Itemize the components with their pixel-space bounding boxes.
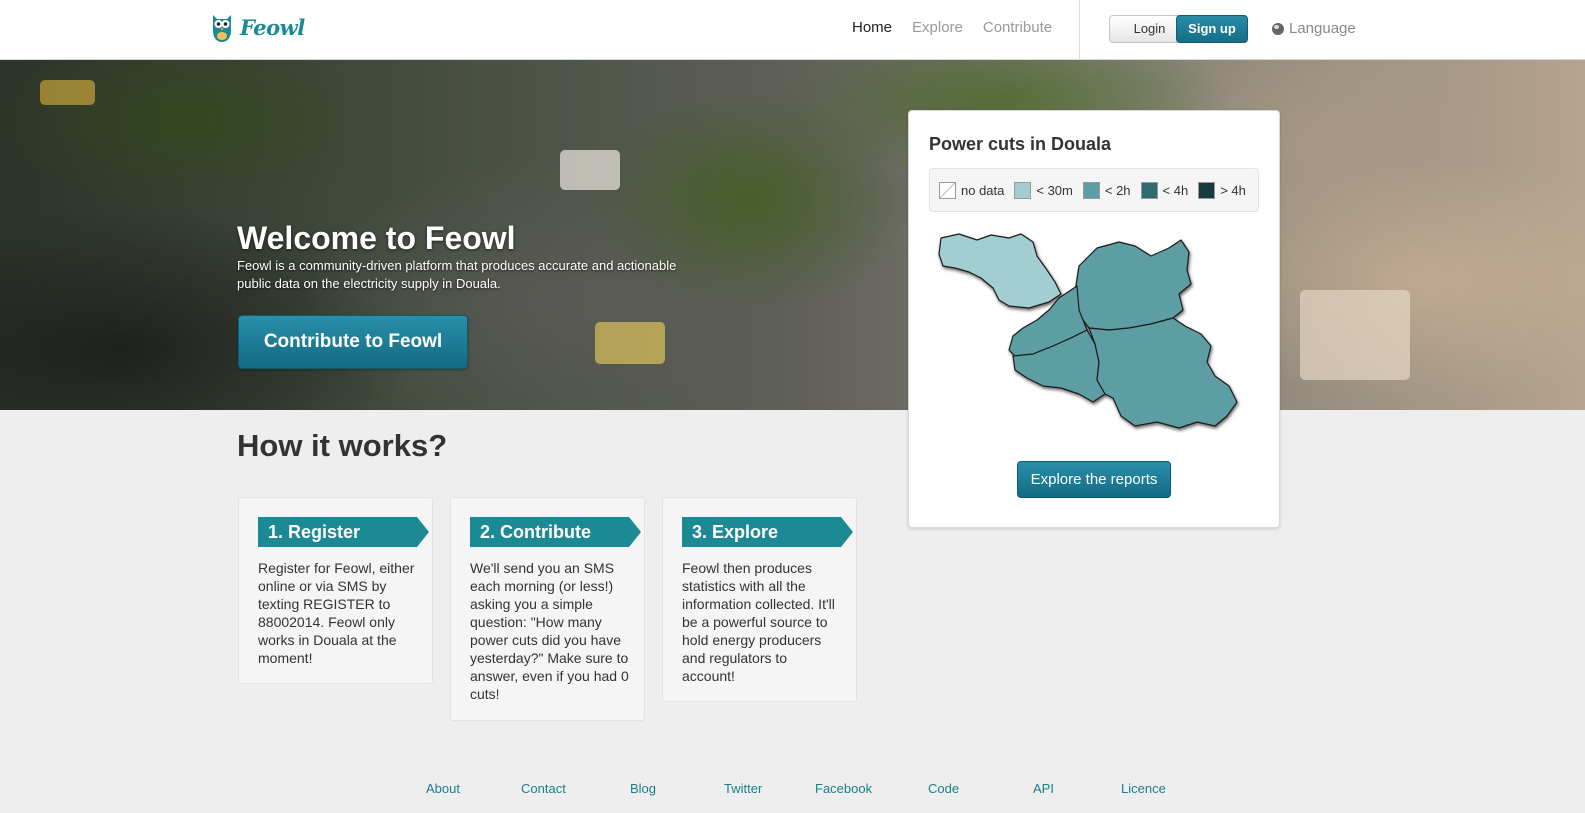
legend-swatch [1198, 181, 1216, 199]
footer-link-code[interactable]: Code [928, 781, 959, 796]
step-register: 1. Register Register for Feowl, either o… [238, 497, 433, 684]
map-district[interactable] [1074, 239, 1192, 331]
contribute-button[interactable]: Contribute to Feowl [238, 315, 468, 369]
legend-label: < 4h [1162, 182, 1189, 198]
legend-label: > 4h [1220, 182, 1246, 198]
brand-logo[interactable]: Feowl [210, 10, 305, 44]
hero-description: Feowl is a community-driven platform tha… [237, 258, 677, 291]
step-explore: 3. Explore Feowl then produces statistic… [662, 497, 857, 702]
footer-link-blog[interactable]: Blog [630, 781, 656, 796]
globe-icon [1272, 22, 1284, 35]
how-it-works-title: How it works? [237, 428, 448, 463]
footer-link-contact[interactable]: Contact [521, 781, 566, 796]
step-text: We'll send you an SMS each morning (or l… [470, 560, 629, 702]
map-legend: no data < 30m < 2h < 4h > 4h [929, 168, 1259, 212]
nav-divider [1079, 0, 1080, 60]
map-title: Power cuts in Douala [929, 134, 1112, 154]
step-title: 2. Contribute [470, 517, 641, 547]
hero-banner: Welcome to Feowl Feowl is a community-dr… [0, 60, 1585, 410]
step-title: 3. Explore [682, 517, 853, 547]
hero-title: Welcome to Feowl [237, 220, 516, 256]
language-selector[interactable]: Language [1272, 20, 1356, 37]
step-title: 1. Register [258, 517, 429, 547]
footer-link-twitter[interactable]: Twitter [724, 781, 762, 796]
brand-name: Feowl [240, 14, 305, 40]
signup-button[interactable]: Sign up [1176, 15, 1248, 43]
douala-district-map [938, 233, 1238, 429]
legend-swatch [1140, 181, 1158, 199]
nav-item-home[interactable]: Home [852, 19, 892, 36]
legend-label: no data [961, 182, 1005, 198]
nav-item-contribute[interactable]: Contribute [983, 19, 1052, 36]
top-navbar: Feowl Home Explore Contribute Login Sign… [0, 0, 1585, 60]
nav-item-explore[interactable]: Explore [912, 19, 963, 36]
legend-item-no-data: no data [939, 181, 1005, 199]
footer-link-licence[interactable]: Licence [1121, 781, 1166, 796]
footer-link-api[interactable]: API [1033, 781, 1054, 796]
step-text: Feowl then produces statistics with all … [682, 560, 835, 684]
footer-link-facebook[interactable]: Facebook [815, 781, 872, 796]
language-label: Language [1289, 20, 1356, 37]
legend-item-over-4h: > 4h [1198, 181, 1246, 199]
legend-swatch [939, 181, 956, 199]
step-contribute: 2. Contribute We'll send you an SMS each… [450, 497, 645, 721]
legend-swatch [1014, 181, 1032, 199]
footer-link-about[interactable]: About [426, 781, 460, 796]
legend-label: < 30m [1036, 182, 1073, 198]
explore-reports-button[interactable]: Explore the reports [1017, 461, 1171, 498]
step-text: Register for Feowl, either online or via… [258, 560, 415, 666]
owl-icon [213, 15, 231, 42]
power-cuts-map-card: Power cuts in Douala no data < 30m < 2h … [908, 110, 1280, 528]
legend-item-4h: < 4h [1140, 181, 1189, 199]
legend-label: < 2h [1104, 182, 1131, 198]
map-district[interactable] [938, 233, 1062, 309]
legend-swatch [1082, 181, 1100, 199]
legend-item-30m: < 30m [1014, 181, 1073, 199]
legend-item-2h: < 2h [1082, 181, 1131, 199]
main-nav: Home Explore Contribute [852, 19, 1052, 36]
map-district[interactable] [1088, 317, 1238, 429]
